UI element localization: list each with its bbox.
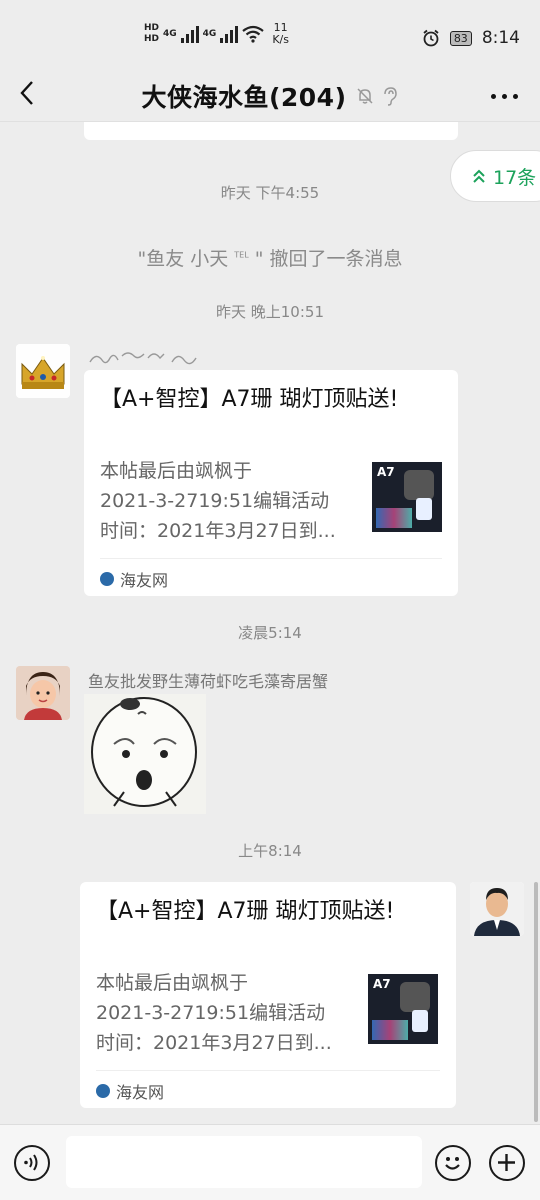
timestamp-2: 昨天 晚上10:51 — [216, 303, 324, 321]
link-card-1[interactable]: 【A+智控】A7珊 瑚灯顶贴送! 本帖最后由飒枫于 2021-3-2719:51… — [84, 370, 458, 596]
hd1-label: HD — [144, 23, 160, 33]
card-thumbnail: A7 — [372, 462, 442, 532]
source-logo-icon — [100, 572, 114, 586]
card-divider — [100, 558, 442, 559]
signal2-icon — [220, 25, 239, 43]
status-bar: HD HD 4G 4G 11 K/s 83 8:14 — [0, 0, 540, 68]
recall-text-2: " 撤回了一条消息 — [254, 248, 403, 270]
meme-sticker[interactable] — [84, 694, 206, 814]
net-speed: 11 K/s — [272, 22, 289, 46]
ear-icon — [383, 87, 397, 106]
crown-icon — [16, 344, 70, 398]
more-functions-button[interactable] — [489, 1145, 525, 1181]
timestamp-4: 上午8:14 — [238, 842, 302, 860]
card-desc-line-2: 2021-3-2719:51编辑活动 — [100, 490, 330, 512]
card-title: 【A+智控】A7珊 瑚灯顶贴送! — [100, 387, 399, 412]
avatar-self[interactable] — [470, 882, 524, 936]
thumb-label: A7 — [377, 465, 395, 479]
chat-header: 大侠海水鱼(204) — [0, 68, 540, 122]
plus-icon — [498, 1154, 515, 1171]
emoji-icon — [445, 1157, 460, 1170]
recall-text: "鱼友 小天 — [137, 248, 229, 270]
man-photo-icon — [470, 882, 524, 936]
source-logo-icon — [96, 1084, 110, 1098]
sender-name: 鱼友批发野生薄荷虾吃毛藻寄居蟹 — [88, 672, 329, 691]
mute-bell-icon — [356, 88, 373, 104]
avatar-crown[interactable] — [16, 344, 70, 398]
link-card-2[interactable]: 【A+智控】A7珊 瑚灯顶贴送! 本帖最后由飒枫于 2021-3-2719:51… — [80, 882, 456, 1108]
decorative-name-ornament-icon — [89, 352, 197, 365]
more-options-icon[interactable] — [491, 94, 518, 99]
card-desc-line-3: 时间：2021年3月27日到... — [96, 1032, 332, 1054]
source-label: 海友网 — [116, 1083, 165, 1102]
recall-notice: "鱼友 小天 TEL " 撤回了一条消息 — [0, 244, 540, 271]
timestamp-3: 凌晨5:14 — [238, 624, 302, 642]
card-desc-line-1: 本帖最后由飒枫于 — [96, 972, 249, 994]
voice-icon — [24, 1154, 38, 1171]
card-thumbnail: A7 — [368, 974, 438, 1044]
wifi-icon — [242, 25, 265, 43]
chat-area[interactable]: 17条 昨天 下午4:55 "鱼友 小天 TEL " 撤回了一条消息 昨天 晚上… — [0, 122, 540, 1124]
card-source: 海友网 — [96, 1079, 164, 1103]
girl-photo-icon — [16, 666, 70, 720]
net2-label: 4G — [202, 29, 217, 39]
card-source: 海友网 — [100, 567, 168, 591]
source-label: 海友网 — [120, 571, 169, 590]
emoji-button[interactable] — [435, 1145, 471, 1181]
previous-message-card[interactable] — [84, 122, 458, 140]
input-bar — [0, 1124, 540, 1200]
double-chevron-up-icon — [473, 169, 485, 183]
card-desc-line-2: 2021-3-2719:51编辑活动 — [96, 1002, 326, 1024]
card-divider — [96, 1070, 440, 1071]
hd-indicator: HD HD — [144, 23, 159, 45]
card-desc-line-3: 时间：2021年3月27日到... — [100, 520, 336, 542]
voice-input-button[interactable] — [14, 1145, 50, 1181]
chat-title: 大侠海水鱼(204) — [141, 83, 347, 112]
alarm-icon — [423, 29, 439, 47]
net1-label: 4G — [163, 29, 177, 39]
speed-unit: K/s — [272, 33, 289, 46]
clock: 8:14 — [481, 28, 520, 48]
card-title: 【A+智控】A7珊 瑚灯顶贴送! — [96, 899, 395, 924]
signal-icon — [180, 25, 199, 43]
meme-face-icon — [84, 694, 206, 814]
card-desc-line-1: 本帖最后由飒枫于 — [100, 460, 253, 482]
scrollbar[interactable] — [534, 882, 538, 1122]
message-input[interactable] — [66, 1136, 422, 1188]
hd2-label: HD — [144, 34, 160, 44]
thumb-label: A7 — [373, 977, 391, 991]
recall-tag: TEL — [234, 250, 249, 260]
timestamp-1: 昨天 下午4:55 — [220, 184, 320, 202]
avatar-girl[interactable] — [16, 666, 70, 720]
battery-icon: 83 — [449, 30, 472, 46]
